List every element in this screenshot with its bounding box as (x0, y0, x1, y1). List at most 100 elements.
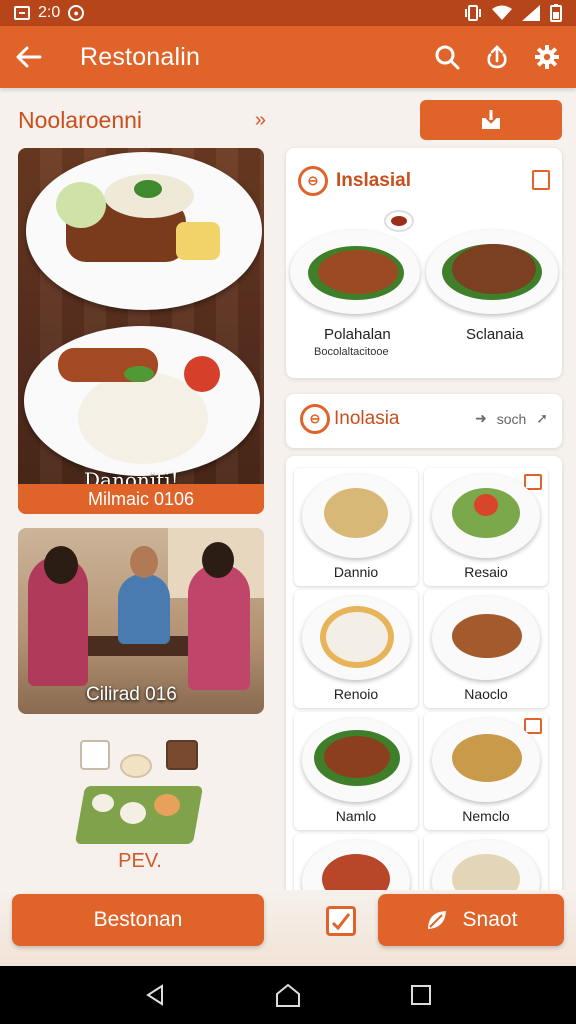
wifi-icon (492, 5, 512, 20)
grid-dish-image (432, 840, 540, 896)
featured-item-2-label: Sclanaia (466, 326, 524, 343)
person-right-head (202, 542, 234, 578)
back-button[interactable] (14, 42, 44, 72)
logo-fruit (154, 794, 180, 816)
grid-item[interactable]: Resaio (424, 468, 548, 586)
status-bar: 2:0 ● (0, 0, 576, 26)
vibrate-icon (465, 5, 481, 21)
leaf-icon (427, 911, 446, 929)
featured-item-1-label: Polahalan (324, 326, 391, 343)
left-section-title: Noolaroenni (18, 106, 143, 133)
grid-dish-image (432, 474, 540, 558)
fried-rice (452, 734, 522, 782)
app-title: Restonalin (80, 42, 201, 71)
grid-item-label: Dannio (333, 564, 379, 580)
category-badge-icon: ⊖ (300, 404, 330, 434)
recents-icon[interactable] (409, 983, 433, 1007)
snack-button-label: Snaot (462, 908, 518, 931)
hero-card[interactable]: Danoniti! Milmaic 0106 (18, 148, 264, 514)
fried-noodles (324, 488, 388, 538)
logo-thumb-2 (120, 754, 152, 778)
logo-thumb-1 (80, 740, 110, 770)
person-left-head (44, 546, 78, 584)
grid-dish-image (302, 596, 410, 680)
share-button[interactable] (482, 42, 512, 72)
system-nav-bar (0, 966, 576, 1024)
grid-item[interactable]: Nemclo (424, 712, 548, 830)
pin-arrow-icon[interactable]: ➚ (536, 410, 548, 427)
grid-item[interactable] (294, 834, 418, 896)
home-icon[interactable] (274, 982, 302, 1008)
arrow-right-icon[interactable]: ➜ (475, 410, 487, 427)
featured-item-1-sublabel: Bocolaltacitooe (314, 346, 389, 358)
grid-item-label: Renoio (333, 686, 379, 702)
pineapple (176, 222, 220, 260)
arrow-left-icon (16, 46, 42, 68)
share-icon (487, 45, 507, 69)
back-triangle-icon[interactable] (143, 983, 167, 1007)
grid-dish-image (302, 474, 410, 558)
rice-dish (326, 612, 388, 662)
person-middle (118, 574, 170, 644)
battery-icon (550, 4, 562, 22)
save-button[interactable] (420, 100, 562, 140)
edit-checklist-icon[interactable] (326, 906, 356, 936)
grid-dish-image (432, 718, 540, 802)
grid-dish-image (432, 596, 540, 680)
download-tray-icon (482, 110, 500, 129)
snack-button[interactable]: Snaot (378, 894, 564, 946)
grid-item[interactable]: Renoio (294, 590, 418, 708)
person-right (188, 564, 250, 690)
featured-dish-1[interactable] (290, 230, 420, 314)
herb-garnish (134, 180, 162, 198)
roast-meat (452, 244, 536, 294)
alarm-icon: ● (68, 5, 85, 21)
hero-plate-top (26, 152, 262, 310)
grid-dish-image (302, 840, 410, 896)
grid-item[interactable]: Namlo (294, 712, 418, 830)
hero-caption: Milmaic 0106 (18, 484, 264, 514)
sate-skewers (318, 250, 398, 294)
tomato-slice (184, 356, 220, 392)
featured-card[interactable]: ⊖ Inslasial Polahalan Bocolaltacitooe Sc… (286, 148, 562, 378)
sauce-bowl (384, 210, 414, 232)
grid-item-label: Namlo (335, 808, 377, 824)
category-meta-text: soch (496, 410, 527, 427)
signal-icon (522, 5, 540, 21)
bookmark-icon[interactable] (532, 170, 550, 190)
logo-thumb-3 (166, 740, 198, 770)
grid-item[interactable] (424, 834, 548, 896)
dining-photo[interactable]: Cilirad 016 (18, 528, 264, 714)
photo-caption: Cilirad 016 (86, 684, 177, 705)
grid-item[interactable]: Dannio (294, 468, 418, 586)
hero-plate-bottom (24, 326, 260, 476)
restaurant-badge-icon: ⊖ (298, 166, 328, 196)
logo-text: PEV. (118, 850, 162, 872)
pen-icon (331, 913, 351, 931)
status-time: 2:0 (38, 4, 61, 21)
grid-item-label: Naoclo (464, 686, 508, 702)
featured-dish-2[interactable] (426, 230, 558, 314)
sauce (391, 216, 407, 226)
brand-logo: PEV. (70, 732, 210, 882)
restaurant-button[interactable]: Bestonan (12, 894, 264, 946)
grid-item[interactable]: Naoclo (424, 590, 548, 708)
app-bar: Restonalin (0, 26, 576, 88)
category-meta: ➜ soch ➚ (475, 410, 548, 427)
search-button[interactable] (432, 42, 462, 72)
category-title: Inolasia (334, 408, 400, 429)
featured-header: ⊖ Inslasial (298, 166, 411, 196)
left-section-header: Noolaroenni » (18, 100, 266, 140)
tomato (474, 494, 498, 516)
notification-icon (14, 6, 30, 20)
category-header-card[interactable]: ⊖ Inolasia ➜ soch ➚ (286, 394, 562, 448)
cucumber (56, 182, 106, 228)
settings-button[interactable] (532, 42, 562, 72)
search-icon (435, 45, 460, 70)
grid-item-label: Nemclo (462, 808, 510, 824)
double-chevron-right-icon[interactable]: » (255, 109, 266, 132)
logo-dumpling-1 (92, 794, 114, 812)
grid-dish-image (302, 718, 410, 802)
person-middle-head (130, 546, 158, 578)
herb-garnish-2 (124, 366, 154, 382)
